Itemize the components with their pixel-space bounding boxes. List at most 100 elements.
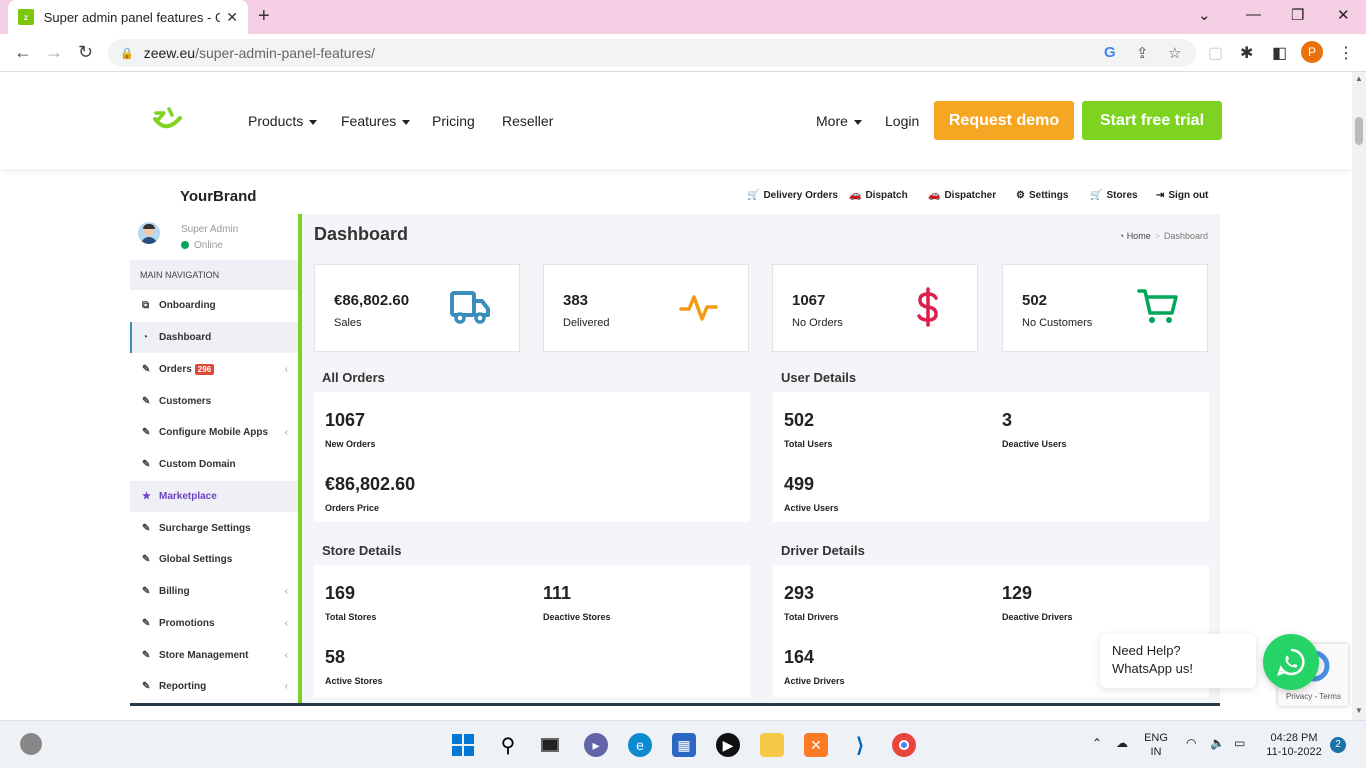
- nav-pricing[interactable]: Pricing: [432, 113, 475, 129]
- new-tab-button[interactable]: +: [258, 6, 270, 26]
- activity-icon: [679, 295, 718, 321]
- bookmark-star-icon[interactable]: ☆: [1168, 44, 1181, 62]
- notification-count-badge[interactable]: 2: [1330, 737, 1346, 753]
- stat-value: 383: [563, 292, 589, 309]
- back-arrow-icon[interactable]: ←: [14, 42, 32, 63]
- extensions-puzzle-icon[interactable]: ✱: [1240, 43, 1253, 63]
- sidebar-item-store-management[interactable]: ✎ Store Management ‹: [130, 640, 298, 671]
- reload-icon[interactable]: ↻: [78, 42, 93, 63]
- recaptcha-terms[interactable]: Privacy - Terms: [1286, 692, 1341, 701]
- topnav-dispatch[interactable]: 🚗 Dispatch: [849, 190, 908, 201]
- sidebar-item-billing[interactable]: ✎ Billing ‹: [130, 576, 298, 607]
- sidebar-item-configure-mobile-apps[interactable]: ✎ Configure Mobile Apps ‹: [130, 417, 298, 448]
- active-users-value: 499: [784, 474, 815, 494]
- orders-price-value: €86,802.60: [325, 474, 416, 494]
- clock[interactable]: 04:28 PM 11-10-2022: [1262, 731, 1326, 759]
- whatsapp-help-bubble[interactable]: Need Help? WhatsApp us!: [1100, 634, 1256, 688]
- battery-icon[interactable]: ▭: [1234, 736, 1245, 750]
- total-stores-value: 169: [325, 583, 356, 603]
- topnav-settings[interactable]: ⚙ Settings: [1016, 190, 1068, 201]
- address-bar[interactable]: 🔒 zeew.eu/super-admin-panel-features/ G …: [108, 39, 1196, 67]
- breadcrumb-home[interactable]: Home: [1127, 231, 1151, 241]
- forward-arrow-icon[interactable]: →: [45, 42, 63, 63]
- close-window-button[interactable]: ✕: [1337, 6, 1350, 24]
- sidebar-item-customers[interactable]: ✎ Customers: [130, 386, 298, 417]
- nav-reseller[interactable]: Reseller: [502, 113, 553, 129]
- active-stores-label: Active Stores: [325, 676, 383, 686]
- close-tab-icon[interactable]: ✕: [226, 9, 238, 26]
- sidebar-item-surcharge-settings[interactable]: ✎ Surcharge Settings: [130, 513, 298, 544]
- onedrive-cloud-icon[interactable]: ☁: [1116, 736, 1128, 750]
- search-icon[interactable]: ⚲: [496, 733, 520, 757]
- stat-label: No Customers: [1022, 317, 1093, 329]
- profile-avatar[interactable]: P: [1301, 41, 1323, 63]
- scroll-up-icon[interactable]: ▲: [1355, 74, 1363, 83]
- windows-start-icon[interactable]: [451, 733, 475, 757]
- edit-icon: ✎: [142, 396, 151, 407]
- restore-button[interactable]: ❐: [1291, 6, 1304, 24]
- share-icon[interactable]: ⇪: [1136, 44, 1149, 62]
- stat-card-customers: 502 No Customers: [1002, 264, 1208, 352]
- nav-features[interactable]: Features: [341, 113, 411, 129]
- volume-icon[interactable]: 🔈: [1210, 736, 1225, 750]
- chrome-icon[interactable]: [892, 733, 916, 757]
- minimize-button[interactable]: —: [1246, 6, 1261, 23]
- store-icon[interactable]: ▦: [672, 733, 696, 757]
- extension-box-icon[interactable]: ▢: [1208, 43, 1223, 63]
- sidebar-item-dashboard[interactable]: ◔ Dashboard: [130, 322, 298, 353]
- tab-search-chevron-icon[interactable]: ⌄: [1198, 6, 1211, 24]
- nav-products[interactable]: Products: [248, 113, 318, 129]
- chevron-up-icon[interactable]: ⌃: [1092, 736, 1102, 750]
- topnav-stores[interactable]: 🛒 Stores: [1090, 190, 1138, 201]
- topnav-delivery-orders[interactable]: 🛒 Delivery Orders: [747, 190, 838, 201]
- side-panel-icon[interactable]: ◧: [1272, 43, 1287, 63]
- sidebar-item-reporting[interactable]: ✎ Reporting ‹: [130, 671, 298, 702]
- sidebar-item-orders[interactable]: ✎ Orders 296 ‹: [130, 354, 298, 385]
- page-scrollbar[interactable]: ▲ ▼: [1352, 72, 1366, 720]
- google-icon[interactable]: G: [1104, 44, 1116, 61]
- chat-icon[interactable]: ▸: [584, 733, 608, 757]
- edit-icon: ✎: [142, 427, 151, 438]
- whatsapp-button[interactable]: [1263, 634, 1319, 690]
- topnav-dispatcher[interactable]: 🚗 Dispatcher: [928, 190, 996, 201]
- box-title: User Details: [773, 364, 1209, 392]
- media-player-icon[interactable]: ▶: [716, 733, 740, 757]
- request-demo-button[interactable]: Request demo: [934, 101, 1074, 140]
- vscode-icon[interactable]: ⟩: [848, 733, 872, 757]
- nav-more[interactable]: More: [816, 113, 862, 129]
- url-text: zeew.eu/super-admin-panel-features/: [143, 45, 375, 61]
- sidebar-item-marketplace[interactable]: ★ Marketplace: [130, 481, 298, 512]
- deactive-users-label: Deactive Users: [1002, 439, 1067, 449]
- sidebar-item-global-settings[interactable]: ✎ Global Settings: [130, 544, 298, 575]
- panel-brand: YourBrand: [180, 188, 257, 205]
- xampp-icon[interactable]: ✕: [804, 733, 828, 757]
- active-users-label: Active Users: [784, 503, 839, 513]
- topnav-sign-out[interactable]: ⇥ Sign out: [1156, 190, 1208, 201]
- start-free-trial-button[interactable]: Start free trial: [1082, 101, 1222, 140]
- total-drivers-value: 293: [784, 583, 815, 603]
- deactive-stores-label: Deactive Stores: [543, 612, 611, 622]
- file-explorer-icon[interactable]: [760, 733, 784, 757]
- language-indicator[interactable]: ENG IN: [1142, 731, 1170, 759]
- edge-icon[interactable]: e: [628, 733, 652, 757]
- weather-icon[interactable]: [20, 733, 42, 755]
- scrollbar-thumb[interactable]: [1355, 117, 1363, 145]
- sidebar-item-promotions[interactable]: ✎ Promotions ‹: [130, 608, 298, 639]
- tab-title: Super admin panel features - Gro: [43, 9, 221, 25]
- browser-menu-icon[interactable]: ⋮: [1338, 43, 1354, 63]
- zeew-favicon-icon: z: [18, 9, 34, 25]
- zeew-logo-icon[interactable]: [152, 106, 184, 134]
- browser-tab[interactable]: z Super admin panel features - Gro ✕: [8, 0, 248, 34]
- chevron-left-icon: ‹: [284, 427, 288, 438]
- all-orders-box: All Orders 1067 New Orders €86,802.60 Or…: [314, 364, 750, 522]
- wifi-icon[interactable]: ◠: [1186, 736, 1196, 750]
- sidebar-item-onboarding[interactable]: ⧉ Onboarding: [130, 290, 298, 321]
- car-icon: 🚗: [928, 190, 941, 201]
- scroll-down-icon[interactable]: ▼: [1355, 706, 1363, 715]
- task-view-icon[interactable]: [538, 733, 562, 757]
- sidebar-item-custom-domain[interactable]: ✎ Custom Domain: [130, 449, 298, 480]
- cart-icon: 🛒: [747, 190, 760, 201]
- stat-label: Sales: [334, 317, 362, 329]
- edit-icon: ✎: [142, 364, 151, 375]
- nav-login[interactable]: Login: [885, 113, 919, 129]
